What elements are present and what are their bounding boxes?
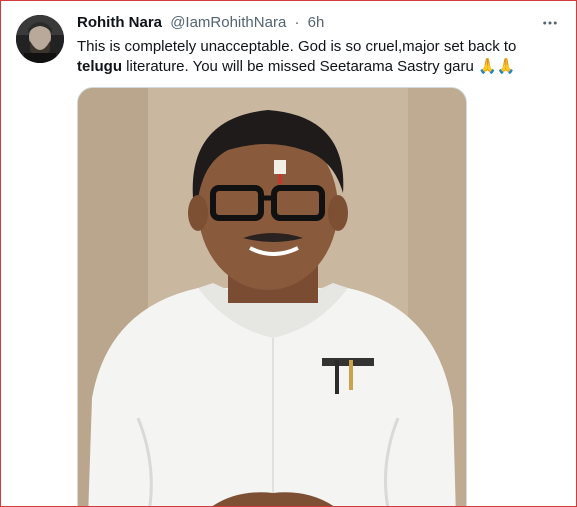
author-handle[interactable]: @IamRohithNara [170, 14, 286, 31]
tweet-text-part1: This is completely unacceptable. God is … [77, 38, 517, 55]
tweet-text-keyword: telugu [77, 58, 122, 75]
tweet-photo[interactable] [77, 87, 467, 506]
tweet-text: This is completely unacceptable. God is … [77, 37, 547, 77]
more-horizontal-icon[interactable] [540, 13, 560, 33]
author-name[interactable]: Rohith Nara [77, 14, 162, 31]
author-avatar[interactable] [16, 15, 64, 63]
tweet-card: Rohith Nara @IamRohithNara · 6h This is … [0, 0, 577, 507]
folded-hands-emoji: 🙏🙏 [478, 58, 516, 75]
separator-dot: · [294, 14, 300, 31]
tweet-timestamp[interactable]: 6h [308, 14, 325, 31]
tweet-header: Rohith Nara @IamRohithNara · 6h [77, 13, 324, 33]
tweet-text-part2: literature. You will be missed Seetarama… [122, 58, 479, 75]
